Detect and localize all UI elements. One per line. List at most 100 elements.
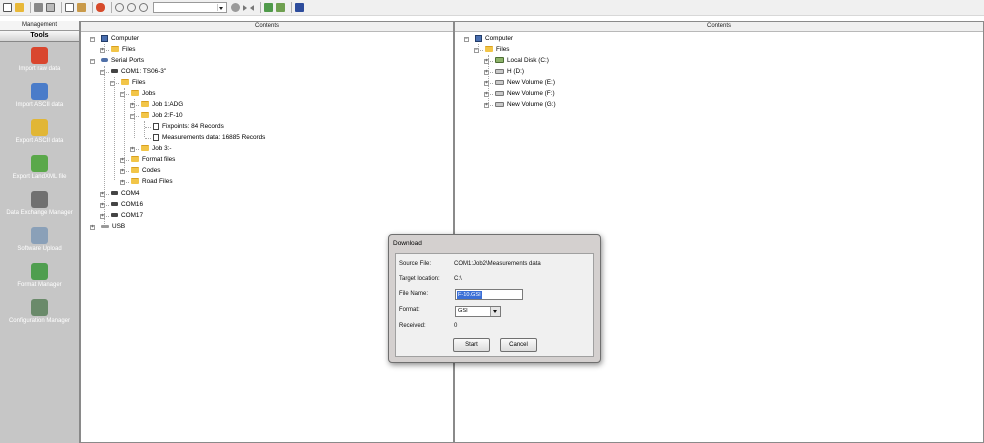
import-raw-data-icon[interactable] bbox=[31, 47, 48, 64]
tool-item[interactable]: Data Exchange Manager bbox=[0, 191, 79, 216]
tree-node[interactable]: Job 2:F-10 bbox=[141, 111, 183, 121]
expand-icon[interactable]: + bbox=[130, 147, 135, 152]
tool-item[interactable]: Import ASCII data bbox=[0, 83, 79, 108]
tree-node-label[interactable]: Serial Ports bbox=[111, 57, 144, 64]
collapse-icon[interactable]: − bbox=[90, 59, 95, 64]
tree-node[interactable]: Road Files bbox=[131, 177, 173, 187]
tree-node-label[interactable]: USB bbox=[112, 223, 125, 230]
tree-node-label[interactable]: Computer bbox=[111, 35, 139, 42]
tree-node[interactable]: New Volume (E:) bbox=[495, 78, 555, 88]
connection-icon[interactable] bbox=[96, 3, 105, 12]
tool-item[interactable]: Export ASCII data bbox=[0, 119, 79, 144]
settings-icon[interactable] bbox=[276, 3, 285, 12]
tree-node[interactable]: New Volume (F:) bbox=[495, 89, 555, 99]
tool-label[interactable]: Import raw data bbox=[0, 66, 79, 72]
tool-label[interactable]: Configuration Manager bbox=[0, 318, 79, 324]
software-upload-icon[interactable] bbox=[31, 227, 48, 244]
paste-icon[interactable] bbox=[77, 3, 86, 12]
tree-node[interactable]: COM17 bbox=[111, 211, 143, 221]
tree-node[interactable]: Job 1:ADG bbox=[141, 100, 183, 110]
tree-node[interactable]: Files bbox=[111, 45, 136, 55]
tree-node-label[interactable]: Local Disk (C:) bbox=[507, 57, 549, 64]
tree-node-label[interactable]: Files bbox=[122, 46, 136, 53]
sidebar-tools-section[interactable]: Tools bbox=[0, 31, 79, 42]
tree-node-label[interactable]: H (D:) bbox=[507, 68, 524, 75]
tree-node[interactable]: New Volume (G:) bbox=[495, 100, 556, 110]
open-icon[interactable] bbox=[15, 3, 24, 12]
tree-node-label[interactable]: Format files bbox=[142, 156, 175, 163]
format-value[interactable]: GSI bbox=[458, 308, 468, 314]
tool-item[interactable]: Software Upload bbox=[0, 227, 79, 252]
tree-node[interactable]: Codes bbox=[131, 166, 160, 176]
tree-node-label[interactable]: COM16 bbox=[121, 201, 143, 208]
expand-icon[interactable]: + bbox=[120, 180, 125, 185]
tree-node[interactable]: Local Disk (C:) bbox=[495, 56, 549, 66]
zoom-out-icon[interactable] bbox=[139, 3, 148, 12]
tree-node-label[interactable]: Job 1:ADG bbox=[152, 101, 183, 108]
tree-node[interactable]: Format files bbox=[131, 155, 175, 165]
help-icon[interactable] bbox=[295, 3, 304, 12]
tool-label[interactable]: Data Exchange Manager bbox=[0, 210, 79, 216]
tree-node-label[interactable]: Files bbox=[496, 46, 510, 53]
tool-label[interactable]: Export ASCII data bbox=[0, 138, 79, 144]
chevron-down-icon[interactable] bbox=[217, 4, 225, 11]
file-name-input[interactable]: F-10.GSI bbox=[455, 289, 523, 300]
tree-node[interactable]: COM16 bbox=[111, 200, 143, 210]
import-ascii-data-icon[interactable] bbox=[31, 83, 48, 100]
export-ascii-data-icon[interactable] bbox=[31, 119, 48, 136]
configuration-manager-icon[interactable] bbox=[31, 299, 48, 316]
dialog-title[interactable]: Download bbox=[389, 235, 600, 252]
zoom-icon[interactable] bbox=[115, 3, 124, 12]
tree-node[interactable]: COM4 bbox=[111, 189, 139, 199]
forward-icon[interactable] bbox=[243, 4, 247, 11]
tool-item[interactable]: Configuration Manager bbox=[0, 299, 79, 324]
tools-icon[interactable] bbox=[264, 3, 273, 12]
export-landxml-icon[interactable] bbox=[31, 155, 48, 172]
tree-node-label[interactable]: Job 2:F-10 bbox=[152, 112, 183, 119]
data-exchange-manager-icon[interactable] bbox=[31, 191, 48, 208]
new-icon[interactable] bbox=[3, 3, 12, 12]
toolbar-combo-box[interactable] bbox=[153, 2, 227, 13]
tree-node-label[interactable]: Fixpoints: 84 Records bbox=[162, 123, 224, 130]
collapse-icon[interactable]: − bbox=[464, 37, 469, 42]
print-preview-icon[interactable] bbox=[46, 3, 55, 12]
tree-node[interactable]: Measurements data: 16885 Records bbox=[153, 133, 265, 143]
collapse-icon[interactable]: − bbox=[90, 37, 95, 42]
tool-label[interactable]: Import ASCII data bbox=[0, 102, 79, 108]
tree-node[interactable]: Serial Ports bbox=[101, 56, 144, 66]
zoom-in-icon[interactable] bbox=[127, 3, 136, 12]
tree-node-label[interactable]: COM4 bbox=[121, 190, 139, 197]
tree-node-label[interactable]: Jobs bbox=[142, 90, 156, 97]
tree-node-label[interactable]: COM17 bbox=[121, 212, 143, 219]
sidebar-header[interactable]: Management bbox=[0, 21, 79, 31]
copy-icon[interactable] bbox=[65, 3, 74, 12]
navigate-icon[interactable] bbox=[231, 3, 240, 12]
tree-node-label[interactable]: New Volume (E:) bbox=[507, 79, 555, 86]
tree-node-label[interactable]: New Volume (G:) bbox=[507, 101, 556, 108]
tool-item[interactable]: Export LandXML file bbox=[0, 155, 79, 180]
tree-node[interactable]: COM1: TS06-3" bbox=[111, 67, 166, 77]
tool-item[interactable]: Import raw data bbox=[0, 47, 79, 72]
tree-node[interactable]: Job 3:- bbox=[141, 144, 172, 154]
tool-label[interactable]: Export LandXML file bbox=[0, 174, 79, 180]
tool-label[interactable]: Software Upload bbox=[0, 246, 79, 252]
tree-node[interactable]: Fixpoints: 84 Records bbox=[153, 122, 224, 132]
back-icon[interactable] bbox=[250, 4, 254, 11]
tool-item[interactable]: Format Manager bbox=[0, 263, 79, 288]
tree-node[interactable]: Computer bbox=[475, 34, 513, 44]
format-select[interactable]: GSI bbox=[455, 306, 501, 317]
format-manager-icon[interactable] bbox=[31, 263, 48, 280]
print-icon[interactable] bbox=[34, 3, 43, 12]
tree-node-label[interactable]: Measurements data: 16885 Records bbox=[162, 134, 265, 141]
tree-node-label[interactable]: COM1: TS06-3" bbox=[121, 68, 166, 75]
expand-icon[interactable]: + bbox=[90, 225, 95, 230]
tree-node-label[interactable]: Computer bbox=[485, 35, 513, 42]
file-name-value[interactable]: F-10.GSI bbox=[457, 291, 482, 299]
start-button[interactable]: Start bbox=[453, 338, 490, 352]
tree-node-label[interactable]: Road Files bbox=[142, 178, 173, 185]
cancel-button[interactable]: Cancel bbox=[500, 338, 537, 352]
tree-node[interactable]: H (D:) bbox=[495, 67, 524, 77]
tree-node-label[interactable]: Files bbox=[132, 79, 146, 86]
tool-label[interactable]: Format Manager bbox=[0, 282, 79, 288]
tree-node-label[interactable]: Job 3:- bbox=[152, 145, 172, 152]
